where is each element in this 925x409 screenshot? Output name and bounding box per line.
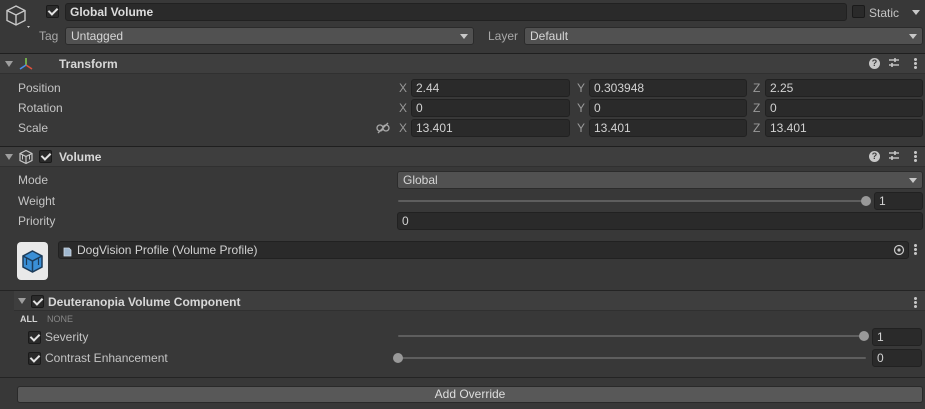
volume-foldout-arrow[interactable] xyxy=(5,154,13,160)
position-z-field[interactable]: 2.25 xyxy=(765,79,923,97)
static-dropdown-arrow[interactable] xyxy=(912,10,920,15)
rotation-z-axis-label: Z xyxy=(753,101,761,115)
add-override-button[interactable]: Add Override xyxy=(17,386,923,403)
static-checkbox[interactable] xyxy=(852,5,865,18)
priority-label: Priority xyxy=(18,214,56,228)
all-toggle-link[interactable]: ALL xyxy=(20,314,38,324)
scale-z-field[interactable]: 13.401 xyxy=(765,119,923,137)
weight-field[interactable]: 1 xyxy=(874,192,923,210)
severity-field[interactable]: 1 xyxy=(872,328,922,346)
layer-value: Default xyxy=(530,29,569,43)
rotation-x-field[interactable]: 0 xyxy=(411,99,570,117)
priority-field[interactable]: 0 xyxy=(397,212,923,230)
rotation-y-field[interactable]: 0 xyxy=(589,99,747,117)
rotation-label: Rotation xyxy=(18,101,63,115)
rotation-z-field[interactable]: 0 xyxy=(765,99,923,117)
position-y-field[interactable]: 0.303948 xyxy=(589,79,747,97)
scale-x-field[interactable]: 13.401 xyxy=(411,119,570,137)
layer-label: Layer xyxy=(488,29,519,43)
scale-z-axis-label: Z xyxy=(753,121,761,135)
severity-override-checkbox[interactable] xyxy=(28,331,41,344)
volume-menu-icon[interactable] xyxy=(914,151,917,163)
help-icon[interactable]: ? xyxy=(869,58,880,69)
weight-slider-thumb[interactable] xyxy=(861,196,871,206)
volume-header[interactable] xyxy=(0,146,925,167)
unlinked-scale-icon[interactable] xyxy=(376,122,390,134)
volume-profile-thumbnail xyxy=(17,242,48,280)
scale-label: Scale xyxy=(18,121,49,135)
rotation-x-axis-label: X xyxy=(399,101,408,115)
position-y-axis-label: Y xyxy=(577,81,586,95)
object-picker-icon[interactable] xyxy=(893,244,905,256)
tag-dropdown[interactable]: Untagged xyxy=(65,27,474,45)
transform-icon xyxy=(18,57,34,71)
position-x-axis-label: X xyxy=(399,81,408,95)
component-menu-icon[interactable] xyxy=(914,297,917,309)
presets-icon[interactable] xyxy=(888,150,900,162)
mode-label: Mode xyxy=(18,173,49,187)
volume-profile-value: DogVision Profile (Volume Profile) xyxy=(77,243,258,257)
mode-dropdown[interactable]: Global xyxy=(397,171,923,189)
severity-slider-thumb[interactable] xyxy=(859,331,869,341)
help-icon[interactable]: ? xyxy=(869,151,880,162)
weight-slider-track[interactable] xyxy=(398,200,866,202)
component-title: Deuteranopia Volume Component xyxy=(48,295,241,309)
transform-foldout-arrow[interactable] xyxy=(5,61,13,67)
volume-profile-field[interactable]: DogVision Profile (Volume Profile) xyxy=(58,241,909,259)
contrast-enhancement-slider-track[interactable] xyxy=(398,357,866,359)
transform-header[interactable] xyxy=(0,53,925,74)
add-override-divider xyxy=(0,377,925,378)
scale-y-field[interactable]: 13.401 xyxy=(589,119,747,137)
volume-title: Volume xyxy=(59,150,102,164)
weight-label: Weight xyxy=(18,194,56,208)
presets-icon[interactable] xyxy=(888,57,900,69)
scale-y-axis-label: Y xyxy=(577,121,586,135)
component-enabled-checkbox[interactable] xyxy=(31,295,44,308)
none-toggle-link[interactable]: NONE xyxy=(47,314,73,324)
severity-slider-track[interactable] xyxy=(398,335,864,337)
position-label: Position xyxy=(18,81,61,95)
tag-label: Tag xyxy=(39,29,59,43)
gameobject-icon[interactable] xyxy=(4,4,30,28)
static-label: Static xyxy=(869,6,900,20)
contrast-enhancement-override-checkbox[interactable] xyxy=(28,352,41,365)
position-z-axis-label: Z xyxy=(753,81,761,95)
position-x-field[interactable]: 2.44 xyxy=(411,79,570,97)
contrast-enhancement-slider-thumb[interactable] xyxy=(393,353,403,363)
chevron-down-icon xyxy=(909,178,917,183)
gameobject-active-checkbox[interactable] xyxy=(46,5,59,18)
component-foldout-arrow[interactable] xyxy=(18,298,26,304)
gameobject-name-field[interactable]: Global Volume xyxy=(65,3,847,21)
volume-icon xyxy=(18,149,34,165)
mode-value: Global xyxy=(403,173,438,187)
chevron-down-icon xyxy=(460,34,468,39)
transform-menu-icon[interactable] xyxy=(914,58,917,70)
volume-enabled-checkbox[interactable] xyxy=(39,150,52,163)
tag-value: Untagged xyxy=(71,29,124,43)
contrast-enhancement-label: Contrast Enhancement xyxy=(45,351,168,365)
severity-label: Severity xyxy=(45,330,89,344)
profile-menu-icon[interactable] xyxy=(914,244,917,256)
profile-asset-icon xyxy=(63,245,72,257)
contrast-enhancement-field[interactable]: 0 xyxy=(872,349,922,367)
layer-dropdown[interactable]: Default xyxy=(524,27,923,45)
transform-title: Transform xyxy=(59,57,118,71)
chevron-down-icon xyxy=(909,34,917,39)
scale-x-axis-label: X xyxy=(399,121,408,135)
rotation-y-axis-label: Y xyxy=(577,101,586,115)
